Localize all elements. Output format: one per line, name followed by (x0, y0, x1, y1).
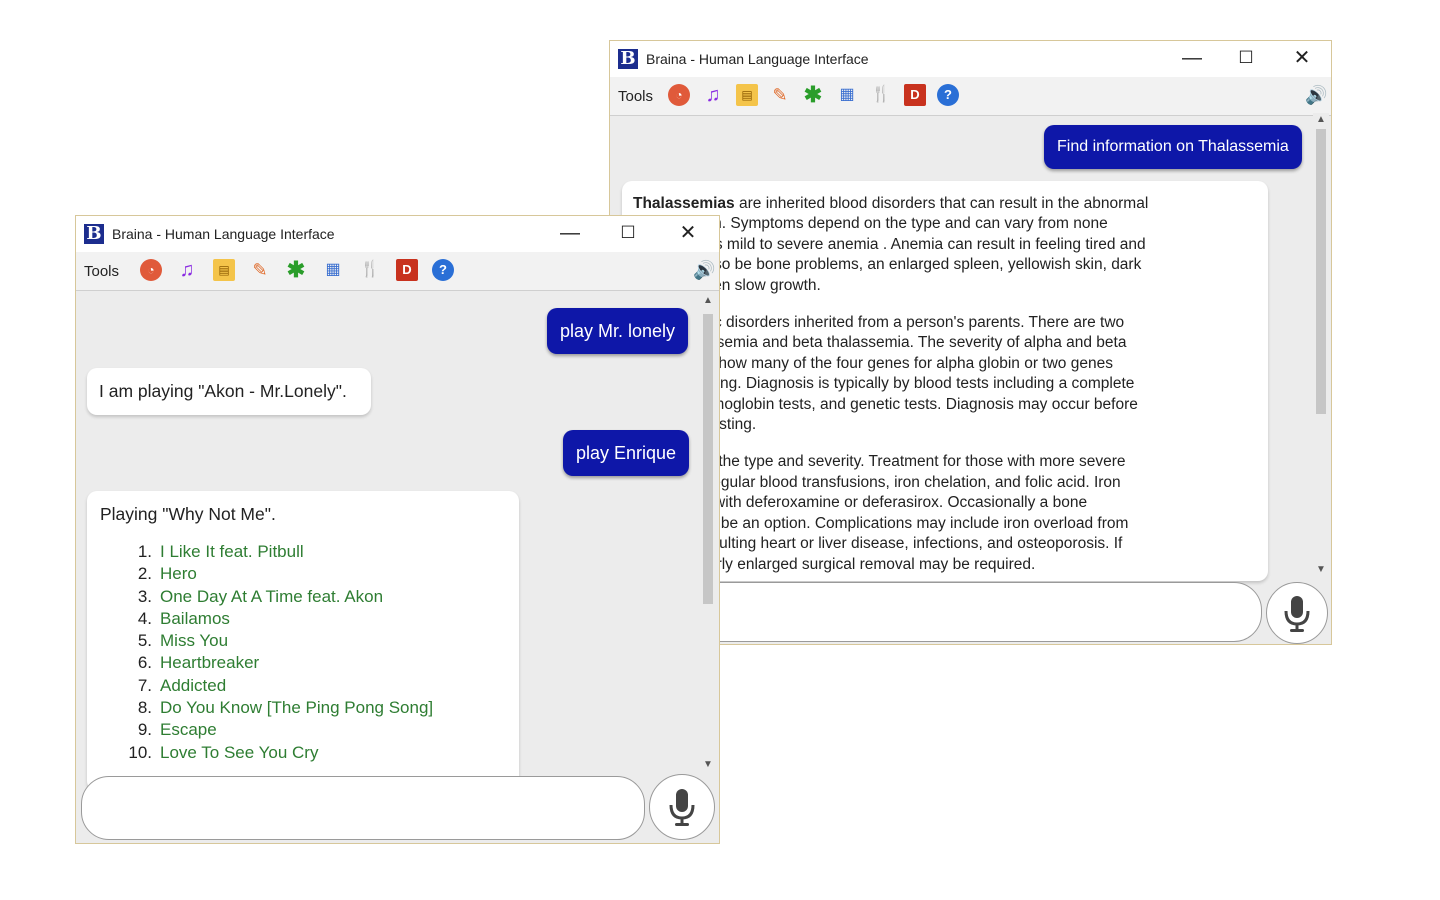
reminder-clock-icon[interactable]: ◔ (140, 259, 162, 281)
fork-icon[interactable]: 🍴 (359, 259, 381, 281)
toolbar: Tools ◔ ♫ ▤ ✎ ✱ ▦ 🍴 D ? 🔊 (76, 252, 719, 291)
pin-icon[interactable]: ✎ (249, 259, 271, 281)
microphone-button[interactable] (1266, 582, 1328, 644)
music-icon[interactable]: ♫ (702, 84, 724, 106)
microphone-icon (669, 789, 695, 826)
scroll-up-arrow[interactable]: ▲ (1313, 113, 1329, 127)
help-icon[interactable]: ? (937, 84, 959, 106)
bot-reply-text: I am playing "Akon - Mr.Lonely". (99, 381, 347, 401)
pin-icon[interactable]: ✎ (769, 84, 791, 106)
tools-menu[interactable]: Tools (618, 88, 653, 105)
help-icon[interactable]: ? (432, 259, 454, 281)
notes-icon[interactable]: ▤ (213, 259, 235, 281)
message-input[interactable] (81, 776, 645, 840)
scroll-thumb[interactable] (703, 314, 713, 604)
close-button[interactable]: ✕ (1275, 41, 1329, 77)
song-title[interactable]: Escape (160, 720, 217, 739)
song-title[interactable]: One Day At A Time feat. Akon (160, 587, 383, 606)
scroll-thumb[interactable] (1316, 129, 1326, 414)
song-item[interactable]: 7. Addicted (122, 675, 519, 697)
playlist-heading: Playing "Why Not Me". (100, 504, 276, 524)
scroll-down-arrow[interactable]: ▼ (700, 758, 716, 772)
response-line: are inherited blood disorders that can r… (734, 195, 1149, 212)
song-item[interactable]: 4. Bailamos (122, 608, 519, 630)
response-paragraph-1: Thalassemias are inherited blood disorde… (633, 194, 1268, 296)
song-list: 1. I Like It feat. Pitbull 2. Hero 3. One D… (122, 541, 519, 764)
toolbar: Tools ◔ ♫ ▤ ✎ ✱ ▦ 🍴 D ? 🔊 (610, 77, 1331, 116)
response-paragraph-2: s are genetic disorders inherited from a… (633, 313, 1268, 435)
dictionary-icon[interactable]: D (396, 259, 418, 281)
minimize-button[interactable]: — (543, 216, 597, 252)
reminder-clock-icon[interactable]: ◔ (668, 84, 690, 106)
song-item[interactable]: 2. Hero (122, 563, 519, 585)
scroll-down-arrow[interactable]: ▼ (1313, 563, 1329, 577)
song-item[interactable]: 5. Miss You (122, 630, 519, 652)
speaker-icon[interactable]: 🔊 (1305, 84, 1327, 106)
chat-scrollbar[interactable]: ▲ ▼ (700, 294, 716, 772)
speaker-icon[interactable]: 🔊 (693, 259, 715, 281)
song-title[interactable]: Do You Know [The Ping Pong Song] (160, 698, 433, 717)
title-bar[interactable]: B Braina - Human Language Interface — ☐ … (76, 216, 719, 252)
maximize-button[interactable]: ☐ (601, 216, 655, 252)
user-message-bubble: play Mr. lonely (547, 308, 689, 354)
braina-window-front: B Braina - Human Language Interface — ☐ … (75, 215, 720, 844)
chat-scrollbar[interactable]: ▲ ▼ (1313, 113, 1329, 577)
song-title[interactable]: Addicted (160, 676, 226, 695)
maximize-button[interactable]: ☐ (1219, 41, 1273, 77)
notes-icon[interactable]: ▤ (736, 84, 758, 106)
song-item[interactable]: 1. I Like It feat. Pitbull (122, 541, 519, 563)
dictionary-icon[interactable]: D (904, 84, 926, 106)
song-title[interactable]: Love To See You Cry (160, 743, 318, 762)
music-icon[interactable]: ♫ (176, 259, 198, 281)
tools-menu[interactable]: Tools (84, 263, 119, 280)
window-title: Braina - Human Language Interface (112, 226, 335, 242)
document-icon[interactable]: ▦ (322, 259, 344, 281)
microphone-button[interactable] (649, 774, 715, 840)
bot-reply-bubble: I am playing "Akon - Mr.Lonely". (87, 368, 371, 415)
minimize-button[interactable]: — (1165, 41, 1219, 77)
response-paragraph-3: depends on the type and severity. Treatm… (633, 452, 1268, 574)
song-title[interactable]: Heartbreaker (160, 653, 259, 672)
song-title[interactable]: Bailamos (160, 609, 230, 628)
scroll-up-arrow[interactable]: ▲ (700, 294, 716, 308)
document-icon[interactable]: ▦ (836, 84, 858, 106)
microphone-icon (1284, 596, 1310, 632)
title-bar[interactable]: B Braina - Human Language Interface — ☐ … (610, 41, 1331, 77)
song-title[interactable]: I Like It feat. Pitbull (160, 542, 304, 561)
star-icon[interactable]: ✱ (285, 259, 307, 281)
braina-logo-icon: B (84, 224, 104, 244)
user-message-bubble: play Enrique (563, 430, 690, 476)
song-item[interactable]: 6. Heartbreaker (122, 652, 519, 674)
response-term: Thalassemias (633, 195, 735, 212)
playlist-reply-bubble: Playing "Why Not Me". 1. I Like It feat. … (87, 491, 519, 791)
song-item[interactable]: 8. Do You Know [The Ping Pong Song] (122, 697, 519, 719)
window-title: Braina - Human Language Interface (646, 51, 869, 67)
braina-logo-icon: B (618, 49, 638, 69)
song-item[interactable]: 9. Escape (122, 719, 519, 741)
user-message-bubble: Find information on Thalassemia (1044, 125, 1302, 169)
fork-icon[interactable]: 🍴 (870, 84, 892, 106)
song-title[interactable]: Miss You (160, 631, 228, 650)
close-button[interactable]: ✕ (661, 216, 715, 252)
song-item[interactable]: 10. Love To See You Cry (122, 742, 519, 764)
song-title[interactable]: Hero (160, 564, 197, 583)
star-icon[interactable]: ✱ (802, 84, 824, 106)
song-item[interactable]: 3. One Day At A Time feat. Akon (122, 586, 519, 608)
